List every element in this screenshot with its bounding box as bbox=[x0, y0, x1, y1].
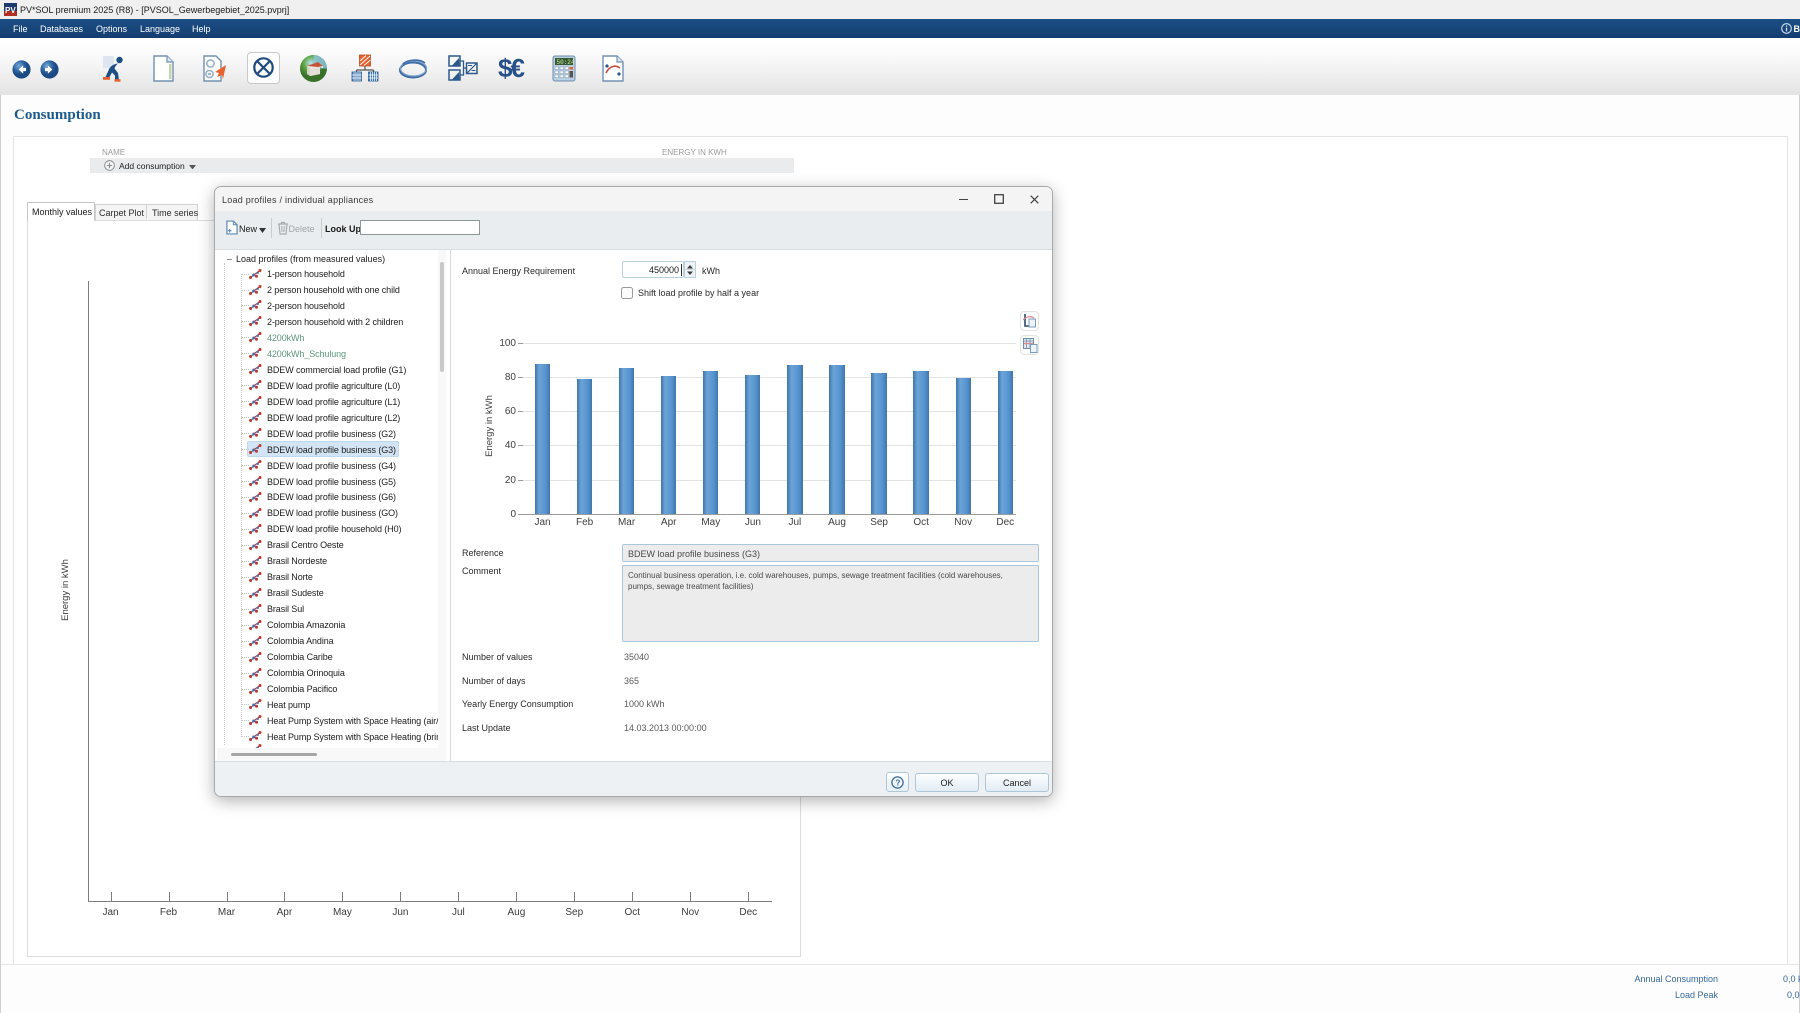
svg-text:?: ? bbox=[895, 777, 900, 787]
svg-text:PV: PV bbox=[5, 6, 16, 15]
svg-text:50:24: 50:24 bbox=[557, 59, 575, 66]
